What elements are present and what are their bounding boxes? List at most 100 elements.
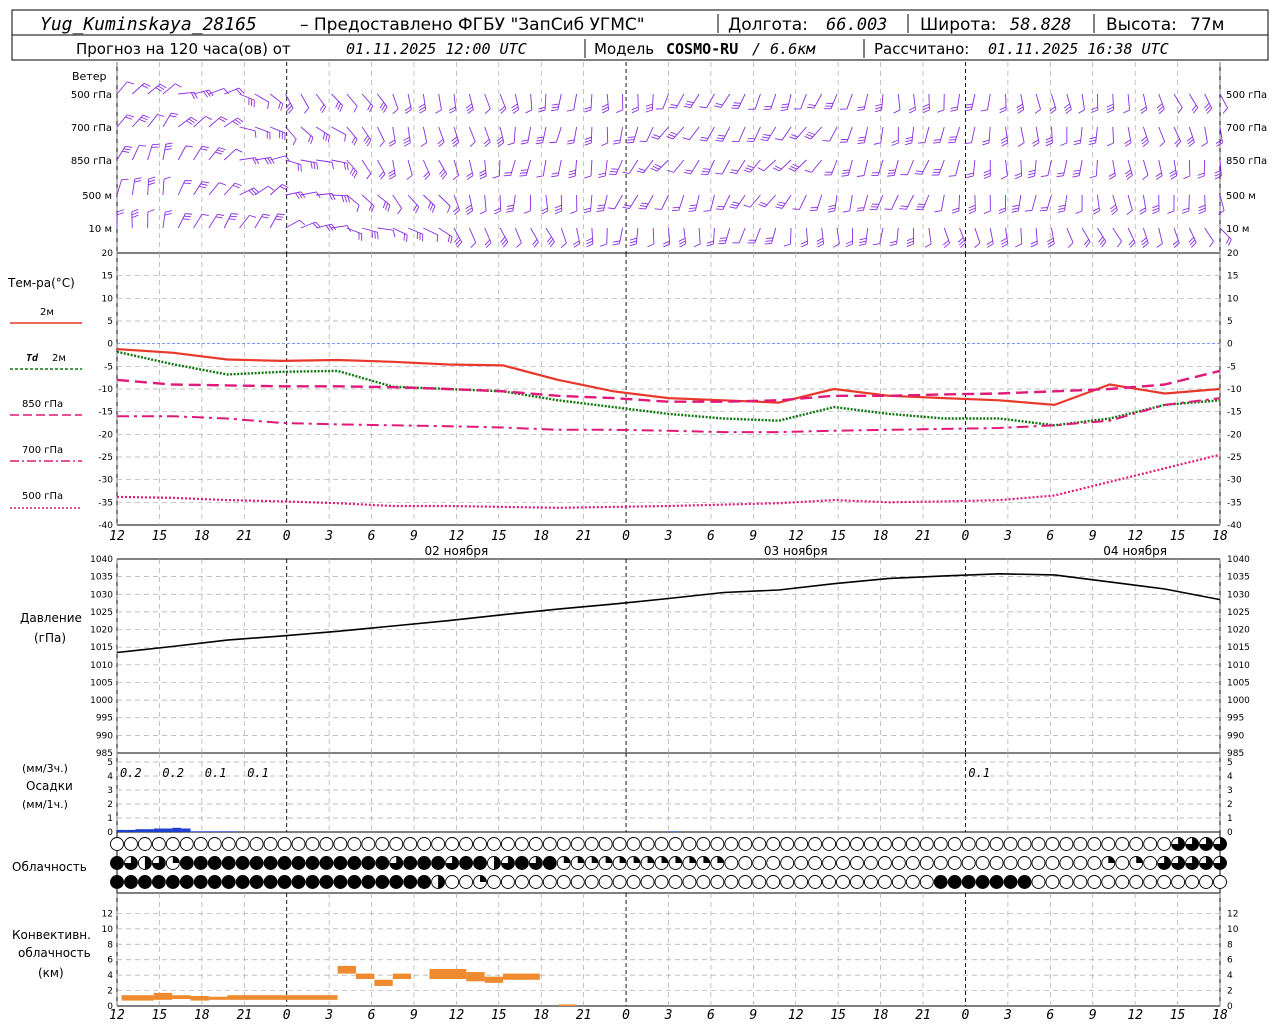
- station-name: Yug_Kuminskaya_28165: [40, 14, 257, 35]
- wind-barb: [1072, 159, 1083, 178]
- wind-barb-feather: [791, 134, 798, 138]
- cloud-cover-icon: [375, 856, 390, 870]
- wind-barb-feather: [1089, 175, 1097, 179]
- cloud-circle: [808, 837, 823, 851]
- cloud-circle: [124, 837, 138, 851]
- wind-barb-feather: [155, 87, 162, 92]
- cloud-cover-icon: [556, 875, 571, 889]
- wind-barb-shaft: [331, 126, 346, 135]
- wind-barb-feather: [1018, 142, 1025, 147]
- time-tick-label: 3: [1003, 1008, 1012, 1023]
- cloud-fill-full: [459, 856, 473, 870]
- wind-barb-feather: [1139, 207, 1146, 212]
- wind-barb-feather: [1182, 207, 1190, 211]
- cloud-circle: [808, 856, 823, 870]
- wind-barb: [884, 194, 899, 210]
- wind-barb-feather: [277, 213, 285, 216]
- cloud-circle: [766, 856, 781, 870]
- wind-barb-shaft: [1204, 126, 1208, 143]
- wind-barb: [269, 93, 284, 111]
- wind-barb-shaft: [800, 93, 807, 110]
- wind-barb-feather: [1016, 103, 1023, 109]
- wind-barb: [315, 126, 331, 143]
- wind-barb-shaft: [1173, 93, 1183, 108]
- precip-bar: [181, 828, 191, 832]
- wind-barb: [285, 159, 302, 172]
- cloud-fill-full: [333, 875, 347, 889]
- cloud-fill-full: [347, 875, 361, 889]
- cloud-circle: [850, 875, 864, 889]
- wind-barb: [839, 126, 853, 143]
- wind-barb-feather: [586, 240, 593, 245]
- wind-barb-feather: [436, 234, 439, 243]
- wind-barb-feather: [310, 161, 313, 169]
- cloud-fill-full: [948, 875, 962, 889]
- wind-barb-feather: [1139, 210, 1147, 215]
- cloud-cover-icon: [1059, 856, 1074, 870]
- wind-barb-shaft: [1219, 194, 1225, 211]
- wind-barb-feather: [1075, 210, 1083, 214]
- cloud-cover-icon: [207, 875, 222, 889]
- wind-barb-feather: [1034, 109, 1041, 114]
- wind-barb-feather: [218, 182, 226, 186]
- wind-barb-shaft: [162, 83, 176, 95]
- wind-barb-feather: [983, 172, 991, 177]
- cloud-fill-full: [264, 875, 278, 889]
- wind-barb-feather: [465, 207, 473, 213]
- conv-cloud-bar: [337, 965, 356, 974]
- model-label: Модель: [594, 40, 654, 58]
- precip-unit-top: (мм/3ч.): [22, 762, 68, 775]
- wind-barb: [208, 116, 228, 128]
- wind-barb-feather: [670, 131, 678, 136]
- pressure-panel: 1040 10401035 10351030 10301025 10251020 1020…: [90, 555, 1250, 759]
- wind-barb-feather: [629, 240, 637, 244]
- wind-barb: [437, 126, 445, 147]
- wind-barb: [1097, 227, 1107, 248]
- wind-barb-feather: [987, 243, 994, 248]
- wind-barb: [484, 93, 491, 114]
- wind-barb-feather: [159, 83, 167, 89]
- wind-barb: [239, 126, 257, 138]
- wind-barb-feather: [538, 109, 546, 113]
- precip-amount-label: 0.1: [205, 766, 227, 780]
- cloud-cover-icon: [1031, 837, 1046, 851]
- time-tick-label: 21: [576, 1008, 592, 1023]
- wind-barb: [285, 191, 306, 200]
- cloud-cover-icon: [528, 837, 543, 851]
- wind-barb: [545, 227, 555, 248]
- cloud-circle: [319, 837, 334, 851]
- wind-barb-feather: [310, 137, 314, 145]
- wind-barb: [651, 126, 669, 140]
- wind-barb-feather: [583, 210, 591, 214]
- wind-barb-feather: [404, 106, 412, 111]
- cloud-circle: [850, 837, 864, 851]
- wind-barb: [178, 116, 198, 128]
- time-tick-label: 21: [236, 1008, 252, 1023]
- wind-barb-feather: [760, 138, 768, 142]
- wind-barb-feather: [719, 240, 727, 242]
- wind-barb: [407, 194, 420, 214]
- time-tick-label: 15: [491, 529, 507, 544]
- temp-tick-left: -20: [98, 430, 113, 440]
- cloud-circle: [1059, 856, 1074, 870]
- cloud-cover-icon: [696, 875, 711, 889]
- cloud-fill-full: [403, 875, 417, 889]
- wind-barb: [392, 93, 399, 114]
- wind-barb: [964, 126, 976, 145]
- wind-barb-shaft: [846, 93, 853, 110]
- wind-barb-feather: [516, 242, 522, 248]
- cloud-cover-icon: [947, 856, 962, 870]
- cloud-cover-icon: [1129, 875, 1144, 889]
- cloud-cover-icon: [473, 875, 487, 889]
- wind-barb-feather: [552, 103, 560, 106]
- wind-barb-feather: [783, 243, 791, 247]
- cloud-circle: [1003, 837, 1018, 851]
- cloud-fill-full: [110, 875, 124, 889]
- cloud-cover-icon: [319, 875, 334, 889]
- wind-barb-feather: [780, 109, 788, 111]
- wind-barb-feather: [388, 139, 396, 144]
- cloud-circle: [766, 837, 781, 851]
- wind-barb: [1000, 126, 1009, 147]
- wind-barb: [598, 159, 608, 178]
- wind-barb-feather: [379, 141, 385, 147]
